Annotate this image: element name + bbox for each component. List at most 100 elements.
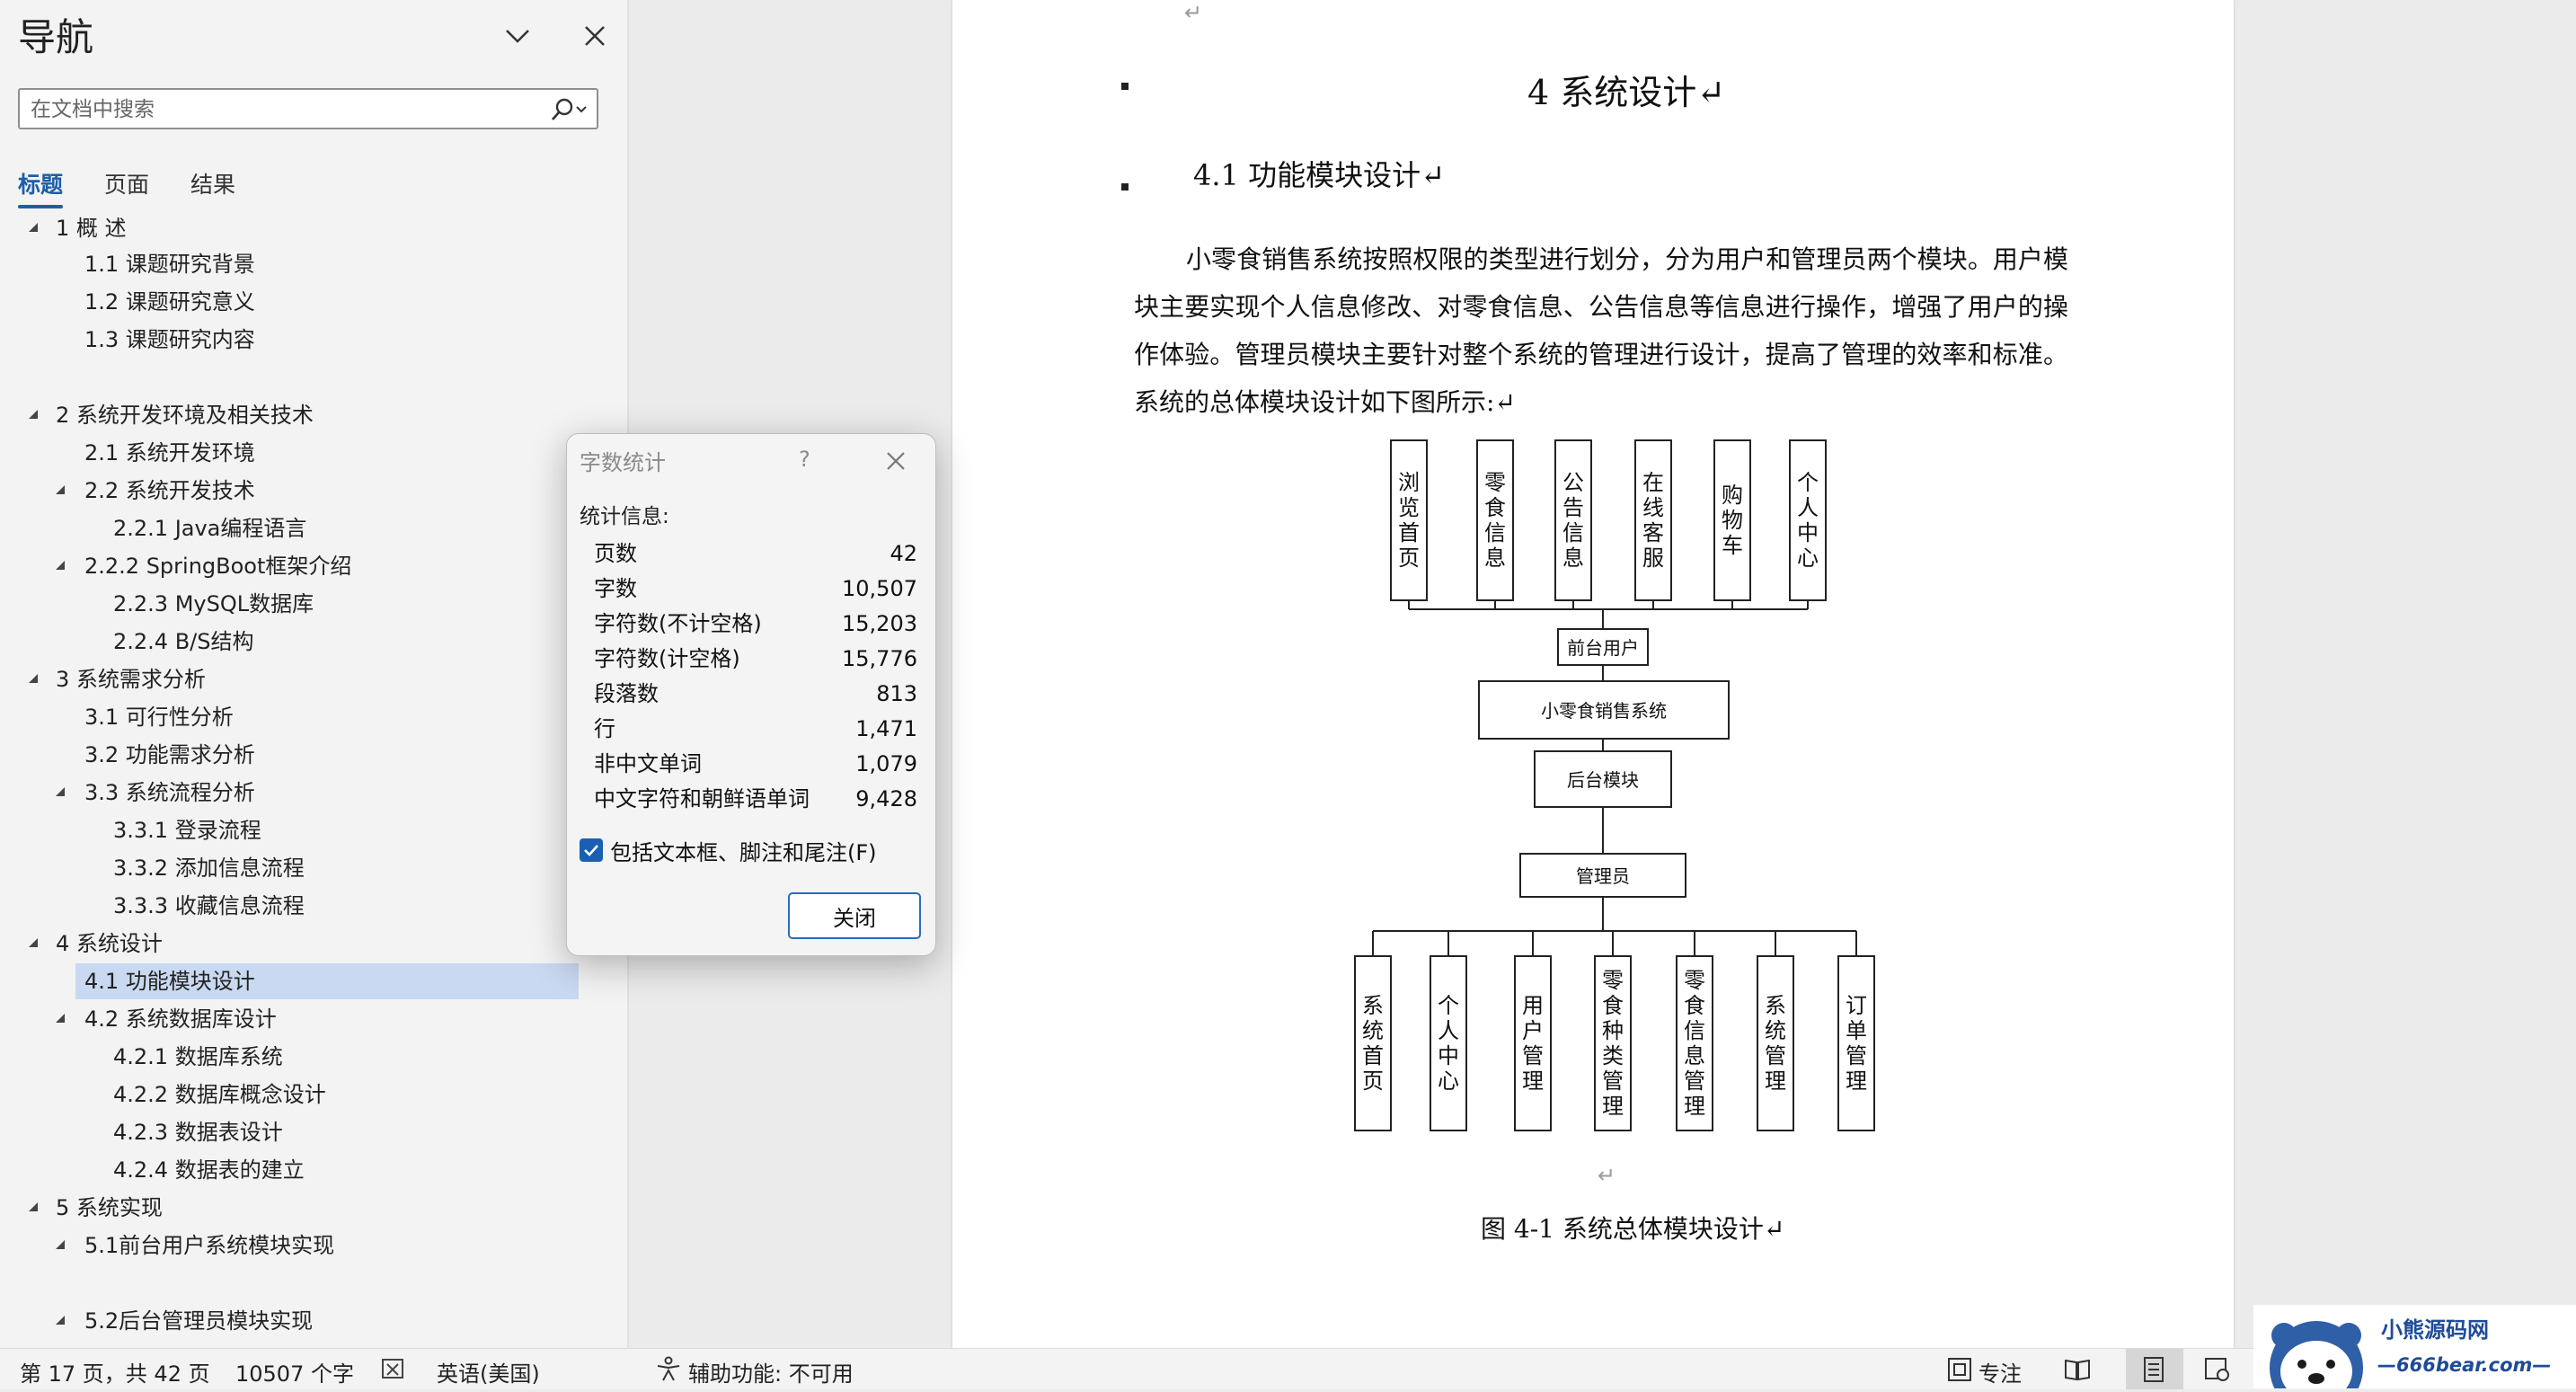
stat-value: 15,203 — [842, 611, 917, 636]
expand-triangle-icon[interactable] — [25, 216, 43, 246]
heading-bullet — [1121, 83, 1129, 90]
expand-triangle-icon[interactable] — [52, 548, 70, 584]
heading-item[interactable]: 4.2 系统数据库设计 — [0, 1001, 620, 1037]
web-layout-icon[interactable] — [2203, 1356, 2232, 1383]
bottom-module-box-char: 理 — [1846, 1068, 1867, 1094]
language[interactable]: 英语(美国) — [437, 1356, 540, 1388]
heading-item[interactable]: 2.2.2 SpringBoot框架介绍 — [0, 548, 620, 584]
focus-mode[interactable]: 专注 — [1978, 1356, 2022, 1388]
heading-label: 2.2.2 SpringBoot框架介绍 — [84, 554, 352, 579]
top-module-box-char: 首 — [1398, 520, 1420, 545]
bottom-module-box-char: 管 — [1522, 1043, 1544, 1068]
heading-item-selected[interactable]: 4.1 功能模块设计 — [75, 963, 579, 999]
heading-item[interactable]: 3.3 系统流程分析 — [0, 775, 620, 811]
expand-triangle-icon[interactable] — [52, 1228, 70, 1263]
expand-triangle-icon[interactable] — [25, 661, 43, 697]
heading-item[interactable]: 3.1 可行性分析 — [0, 699, 620, 735]
print-layout-icon[interactable] — [2140, 1356, 2167, 1383]
close-icon[interactable] — [575, 16, 615, 56]
heading-item[interactable]: 5.1前台用户系统模块实现 — [0, 1228, 620, 1263]
tab-results[interactable]: 结果 — [190, 167, 235, 199]
search-input[interactable] — [29, 95, 553, 124]
heading-item[interactable]: 4.2.1 数据库系统 — [0, 1039, 620, 1075]
tab-headings[interactable]: 标题 — [18, 167, 63, 199]
read-mode-icon[interactable] — [2063, 1356, 2092, 1383]
heading-item[interactable]: 1.3 课题研究内容 — [0, 322, 620, 358]
accessibility-icon[interactable] — [654, 1356, 683, 1383]
heading-item[interactable]: 1 概 述 — [0, 216, 620, 246]
bear-logo-icon: 小熊源码网 —666bear.com— — [2270, 1317, 2551, 1392]
heading-item[interactable]: 4 系统设计 — [0, 926, 620, 962]
heading-item[interactable]: 3.3.3 收藏信息流程 — [0, 888, 620, 924]
bottom-module-box-char: 户 — [1522, 1018, 1544, 1043]
heading-item[interactable]: 5 系统实现 — [0, 1190, 620, 1226]
heading-item[interactable]: 3 系统需求分析 — [0, 661, 620, 697]
heading-tree: 1 概 述 1.1 课题研究背景 1.2 课题研究意义 1.3 课题研究内容 2 系统开… — [0, 216, 627, 1348]
stat-value: 15,776 — [842, 646, 917, 671]
proofing-icon[interactable] — [381, 1358, 408, 1381]
top-module-box-char: 线 — [1642, 495, 1664, 520]
section-title: 4.1 功能模块设计↵ — [1193, 158, 1445, 192]
bottom-module-box-char: 管 — [1684, 1068, 1705, 1094]
accessibility-status[interactable]: 辅助功能: 不可用 — [688, 1356, 854, 1388]
bottom-module-box-char: 类 — [1602, 1043, 1624, 1068]
expand-triangle-icon[interactable] — [52, 473, 70, 509]
heading-item[interactable]: 2.1 系统开发环境 — [0, 435, 620, 471]
heading-item[interactable]: 1.1 课题研究背景 — [0, 246, 620, 282]
top-module-box-char: 浏 — [1398, 470, 1420, 495]
top-module-box-char: 中 — [1797, 520, 1819, 545]
site-logo: 小熊源码网 —666bear.com— — [2253, 1305, 2576, 1392]
expand-triangle-icon[interactable] — [25, 397, 43, 433]
stat-label: 字符数(计空格) — [594, 646, 740, 671]
heading-item[interactable]: 2.2.3 MySQL数据库 — [0, 586, 620, 622]
expand-triangle-icon[interactable] — [25, 1190, 43, 1226]
top-module-box-char: 信 — [1484, 520, 1506, 545]
include-textboxes-label[interactable]: 包括文本框、脚注和尾注(F) — [610, 835, 877, 866]
stat-row: 行 1,471 — [594, 712, 917, 747]
stat-label: 非中文单词 — [594, 751, 702, 776]
heading-item[interactable]: 2.2.1 Java编程语言 — [0, 510, 620, 546]
bottom-module-box-char: 管 — [1602, 1068, 1624, 1094]
top-module-box-char: 食 — [1484, 495, 1506, 520]
bottom-module-box-char: 页 — [1362, 1068, 1384, 1094]
stat-row: 字符数(计空格) 15,776 — [594, 642, 917, 677]
chevron-down-icon[interactable] — [500, 18, 536, 54]
stat-value: 10,507 — [842, 576, 917, 601]
expand-triangle-icon[interactable] — [52, 1001, 70, 1037]
help-icon[interactable]: ? — [799, 447, 810, 472]
heading-item[interactable]: 1.2 课题研究意义 — [0, 284, 620, 320]
top-module-box-char: 心 — [1797, 545, 1819, 571]
bottom-module-box-char: 食 — [1602, 993, 1624, 1018]
heading-item[interactable]: 3.2 功能需求分析 — [0, 737, 620, 773]
page-count[interactable]: 第 17 页，共 42 页 — [20, 1356, 210, 1388]
heading-label: 3.3 系统流程分析 — [84, 780, 255, 805]
word-count[interactable]: 10507 个字 — [235, 1356, 354, 1388]
heading-item[interactable]: 2.2 系统开发技术 — [0, 473, 620, 509]
heading-item[interactable]: 5.2后台管理员模块实现 — [0, 1303, 620, 1339]
heading-label: 1.1 课题研究背景 — [84, 252, 255, 277]
heading-label: 2.1 系统开发环境 — [84, 440, 255, 465]
tab-pages[interactable]: 页面 — [104, 167, 149, 199]
include-textboxes-checkbox[interactable] — [580, 838, 603, 862]
close-button[interactable]: 关闭 — [788, 892, 921, 939]
heading-item[interactable]: 4.2.2 数据库概念设计 — [0, 1077, 620, 1113]
expand-triangle-icon[interactable] — [25, 926, 43, 962]
heading-item[interactable]: 4.2.3 数据表设计 — [0, 1114, 620, 1150]
heading-item[interactable]: 4.2.4 数据表的建立 — [0, 1152, 620, 1188]
heading-item[interactable]: 3.3.2 添加信息流程 — [0, 850, 620, 886]
search-icon[interactable] — [544, 95, 589, 124]
heading-item[interactable]: 2 系统开发环境及相关技术 — [0, 397, 620, 433]
heading-item[interactable]: 3.3.1 登录流程 — [0, 812, 620, 848]
heading-item[interactable]: 2.2.4 B/S结构 — [0, 624, 620, 660]
expand-triangle-icon[interactable] — [52, 1303, 70, 1339]
heading-label: 2.2 系统开发技术 — [84, 478, 255, 503]
bottom-module-box-char: 系 — [1765, 993, 1786, 1018]
dialog-title: 字数统计 — [580, 450, 666, 475]
expand-triangle-icon[interactable] — [52, 775, 70, 811]
bottom-module-box-char: 管 — [1765, 1043, 1786, 1068]
close-icon[interactable] — [880, 445, 912, 477]
top-module-box-char: 客 — [1642, 520, 1664, 545]
focus-icon[interactable] — [1946, 1356, 1973, 1383]
top-module-box-char: 览 — [1398, 495, 1420, 520]
svg-text:—666bear.com—: —666bear.com— — [2377, 1354, 2551, 1376]
